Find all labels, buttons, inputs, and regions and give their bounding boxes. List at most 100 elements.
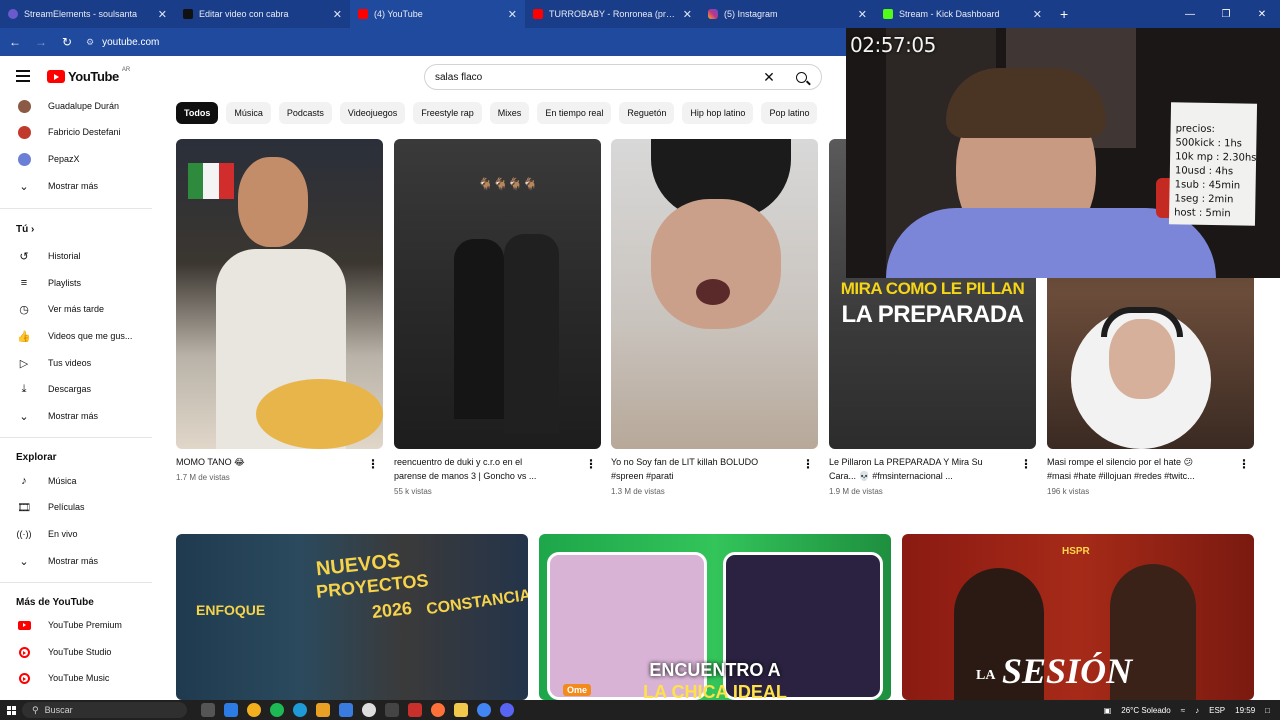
chip-regueton[interactable]: Reguetón (619, 102, 675, 124)
chip-videojuegos[interactable]: Videojuegos (339, 102, 406, 124)
video-thumbnail[interactable]: HSPR LA SESIÓN (902, 534, 1254, 700)
chip-pop-latino[interactable]: Pop latino (761, 102, 818, 124)
sidebar-item-descargas[interactable]: ⤓ Descargas (0, 377, 152, 401)
video-thumbnail[interactable]: ENCUENTRO A LA CHICA IDEAL Ome (539, 534, 891, 700)
app-icon[interactable] (224, 703, 238, 717)
browser-tab-streamelements[interactable]: StreamElements - soulsanta ✕ (0, 0, 175, 28)
sidebar-item-youtube-premium[interactable]: YouTube Premium (0, 613, 152, 637)
browser-tab-turrobaby[interactable]: TURROBABY - Ronronea (prod. ✕ (525, 0, 700, 28)
video-card[interactable]: 🐐🐐🐐🐐 reencuentro de duki y c.r.o en el p… (394, 139, 601, 499)
sidebar-item-videos-que-me-gustan[interactable]: 👍 Videos que me gus... (0, 324, 152, 348)
chip-todos[interactable]: Todos (176, 102, 219, 124)
video-title[interactable]: MOMO TANO 😂 (176, 455, 245, 469)
close-tab-icon[interactable]: ✕ (333, 8, 342, 21)
sidebar-item-en-vivo[interactable]: ((·)) En vivo (0, 522, 152, 546)
video-thumbnail[interactable]: 🐐🐐🐐🐐 (394, 139, 601, 449)
chip-mixes[interactable]: Mixes (489, 102, 530, 124)
chrome-icon[interactable] (247, 703, 261, 717)
chip-en-tiempo-real[interactable]: En tiempo real (537, 102, 612, 124)
volume-icon[interactable]: ♪ (1195, 706, 1199, 715)
sidebar-item-musica[interactable]: ♪ Música (0, 469, 152, 493)
video-thumbnail[interactable] (611, 139, 818, 449)
reload-icon[interactable]: ↻ (60, 35, 74, 49)
search-button[interactable] (781, 65, 821, 89)
site-info-icon[interactable]: ⚙ (86, 37, 94, 48)
firefox-icon[interactable] (431, 703, 445, 717)
more-vert-icon[interactable]: ⋮ (585, 457, 597, 471)
video-card[interactable]: HSPR LA SESIÓN (902, 534, 1254, 700)
taskview-icon[interactable] (201, 703, 215, 717)
clear-search-icon[interactable]: ✕ (757, 69, 781, 86)
chip-freestyle-rap[interactable]: Freestyle rap (413, 102, 482, 124)
more-vert-icon[interactable]: ⋮ (367, 457, 379, 471)
video-card[interactable]: MOMO TANO 😂 1.7 M de vistas ⋮ (176, 139, 383, 499)
video-title[interactable]: Le Pillaron La PREPARADA Y Mira Su Cara.… (829, 455, 983, 483)
taskbar-search[interactable]: ⚲ Buscar (22, 702, 187, 718)
tray-icon[interactable]: ▣ (1104, 706, 1112, 715)
browser-tab-youtube[interactable]: (4) YouTube ✕ (350, 0, 525, 28)
search-input[interactable] (425, 71, 757, 83)
sidebar-item-playlists[interactable]: ≡ Playlists (0, 271, 152, 295)
chip-hip-hop-latino[interactable]: Hip hop latino (682, 102, 754, 124)
close-tab-icon[interactable]: ✕ (1033, 8, 1042, 21)
app-icon[interactable] (339, 703, 353, 717)
close-tab-icon[interactable]: ✕ (158, 8, 167, 21)
clock[interactable]: 19:59 (1235, 706, 1255, 715)
windows-start-icon[interactable] (0, 700, 22, 720)
browser-tab-kick[interactable]: Stream - Kick Dashboard ✕ (875, 0, 1050, 28)
menu-icon[interactable] (16, 70, 30, 82)
youtube-logo[interactable]: YouTube AR (47, 67, 130, 84)
sidebar-item-peliculas[interactable]: 🎞 Películas (0, 495, 152, 519)
app-icon[interactable] (385, 703, 399, 717)
folder-icon[interactable] (454, 703, 468, 717)
forward-icon[interactable]: → (34, 35, 48, 49)
sidebar-item-youtube-studio[interactable]: YouTube Studio (0, 640, 152, 664)
sidebar-show-more-subscriptions[interactable]: ⌄ Mostrar más (0, 174, 152, 198)
video-title[interactable]: Yo no Soy fan de LIT killah BOLUDO #spre… (611, 455, 758, 483)
chip-musica[interactable]: Música (226, 102, 271, 124)
app-icon[interactable] (316, 703, 330, 717)
edge-icon[interactable] (293, 703, 307, 717)
more-vert-icon[interactable]: ⋮ (802, 457, 814, 471)
sidebar-item-youtube-music[interactable]: YouTube Music (0, 666, 152, 690)
more-vert-icon[interactable]: ⋮ (1020, 457, 1032, 471)
sidebar-item-tus-videos[interactable]: ▷ Tus videos (0, 351, 152, 375)
address-bar[interactable]: ⚙ youtube.com (86, 37, 159, 48)
sidebar-item-fabricio-destefani[interactable]: Fabricio Destefani (0, 120, 152, 144)
browser-tab-editar-video[interactable]: Editar video con cabra ✕ (175, 0, 350, 28)
wifi-icon[interactable]: ≈ (1181, 706, 1185, 715)
close-tab-icon[interactable]: ✕ (683, 8, 692, 21)
close-tab-icon[interactable]: ✕ (508, 8, 517, 21)
chrome-icon[interactable] (477, 703, 491, 717)
sidebar-show-more-explore[interactable]: ⌄ Mostrar más (0, 549, 152, 573)
more-vert-icon[interactable]: ⋮ (1238, 457, 1250, 471)
new-tab-button[interactable]: + (1050, 6, 1078, 22)
discord-icon[interactable] (500, 703, 514, 717)
back-icon[interactable]: ← (8, 35, 22, 49)
video-thumbnail[interactable] (176, 139, 383, 449)
video-card[interactable]: Yo no Soy fan de LIT killah BOLUDO #spre… (611, 139, 818, 499)
restore-icon[interactable]: ❐ (1208, 9, 1244, 20)
app-icon[interactable] (408, 703, 422, 717)
browser-tab-instagram[interactable]: (5) Instagram ✕ (700, 0, 875, 28)
video-card[interactable]: ENCUENTRO A LA CHICA IDEAL Ome (539, 534, 891, 700)
video-title[interactable]: Masi rompe el silencio por el hate 😕 #ma… (1047, 455, 1195, 483)
sidebar-item-pepazx[interactable]: PepazX (0, 147, 152, 171)
close-window-icon[interactable]: ✕ (1244, 9, 1280, 20)
obs-icon[interactable] (362, 703, 376, 717)
sidebar-item-historial[interactable]: ↺ Historial (0, 244, 152, 268)
notifications-icon[interactable]: □ (1265, 706, 1270, 715)
sidebar-show-more-you[interactable]: ⌄ Mostrar más (0, 404, 152, 428)
weather-text[interactable]: 26°C Soleado (1121, 706, 1170, 715)
chip-podcasts[interactable]: Podcasts (278, 102, 332, 124)
spotify-icon[interactable] (270, 703, 284, 717)
video-thumbnail[interactable]: NUEVOS PROYECTOS 2026 ENFOQUE CONSTANCIA (176, 534, 528, 700)
close-tab-icon[interactable]: ✕ (858, 8, 867, 21)
video-title[interactable]: reencuentro de duki y c.r.o en el parens… (394, 455, 536, 483)
sidebar-item-guadalupe-duran[interactable]: Guadalupe Durán (0, 98, 152, 118)
sidebar-item-ver-mas-tarde[interactable]: ◷ Ver más tarde (0, 297, 152, 321)
language-indicator[interactable]: ESP (1209, 706, 1225, 715)
video-card[interactable]: NUEVOS PROYECTOS 2026 ENFOQUE CONSTANCIA (176, 534, 528, 700)
sidebar-heading-you[interactable]: Tú › (16, 224, 34, 235)
minimize-icon[interactable]: — (1172, 9, 1208, 20)
